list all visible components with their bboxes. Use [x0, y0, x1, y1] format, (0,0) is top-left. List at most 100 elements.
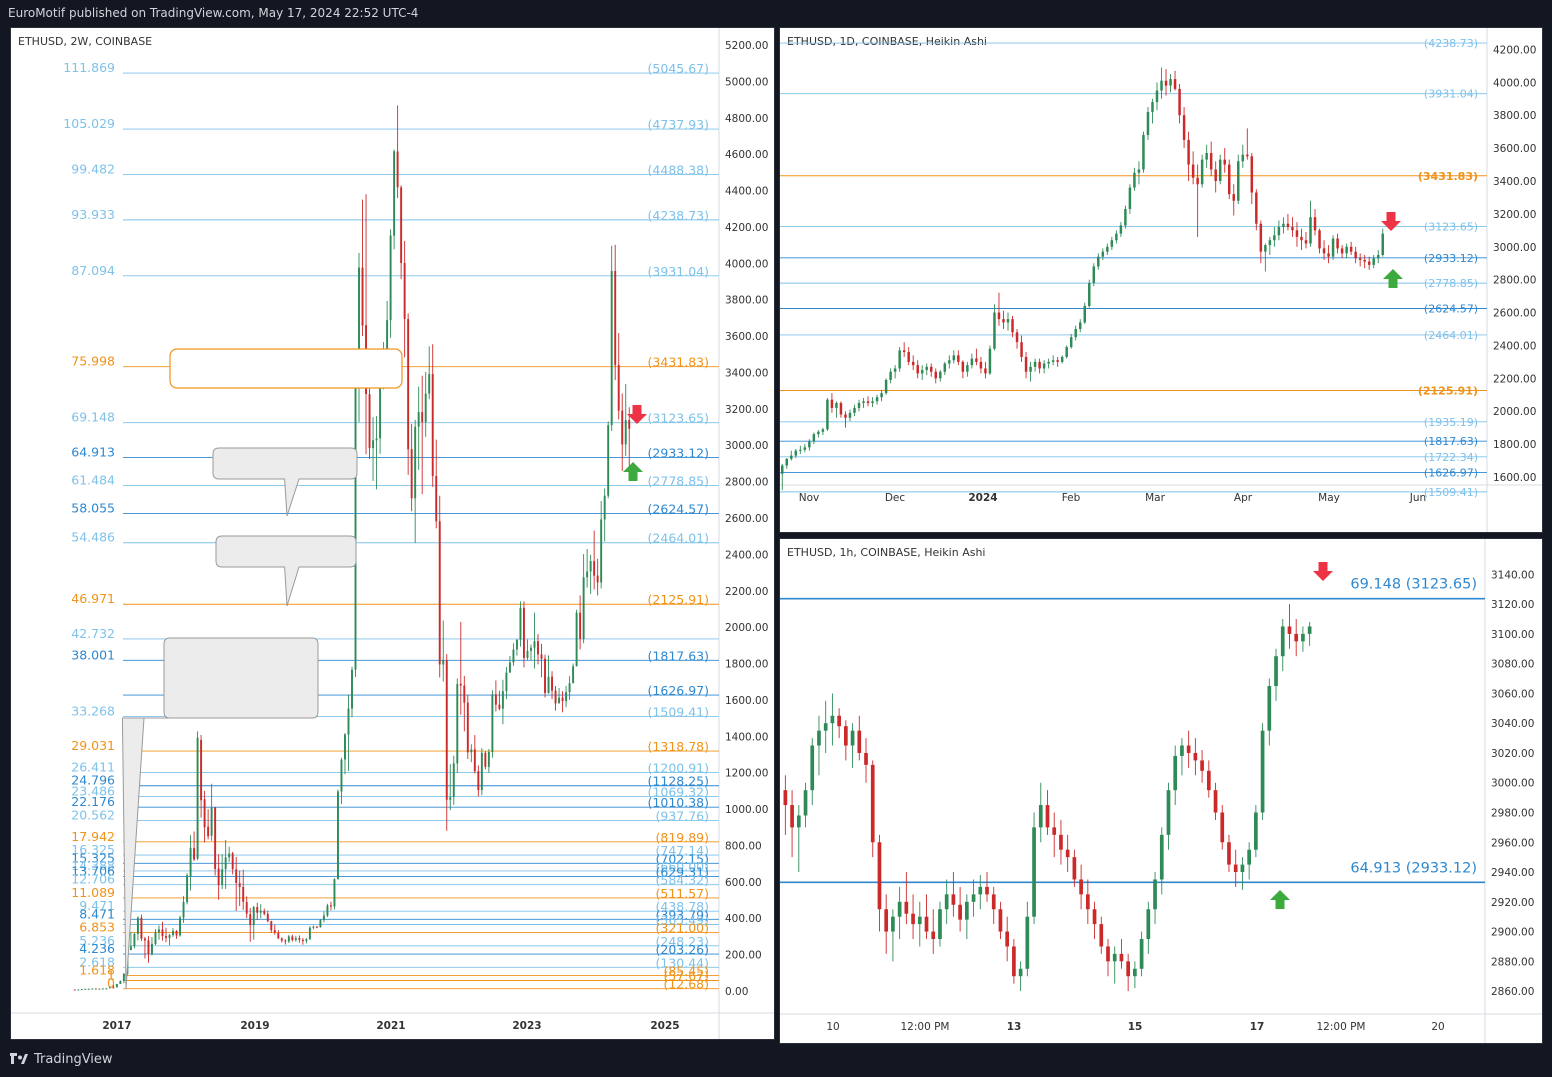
- price-label: (1318.78): [648, 739, 709, 754]
- candle-body: [866, 401, 870, 403]
- y-tick-label: 3400.00: [1493, 176, 1536, 188]
- candle-body: [596, 575, 599, 583]
- candle-body: [1367, 261, 1371, 265]
- candle-body: [115, 983, 118, 988]
- chart-2w[interactable]: ETHUSD, 2W, COINBASE 5200.00 5000.00 4800.0…: [11, 28, 774, 1039]
- y-tick-label: 600.00: [725, 877, 762, 889]
- candle-body: [930, 366, 933, 372]
- candle-body: [614, 271, 617, 366]
- candle-body: [1126, 961, 1131, 977]
- x-tick-label: Feb: [1062, 492, 1081, 504]
- candle-body: [431, 374, 434, 476]
- candle-body: [1260, 730, 1265, 813]
- candle-body: [249, 914, 252, 926]
- candle-body: [1267, 685, 1272, 731]
- candle-body: [112, 987, 115, 989]
- x-tick-label: 15: [1128, 1021, 1143, 1033]
- candle-body: [1101, 251, 1105, 257]
- x-tick-label: 2023: [512, 1020, 541, 1032]
- chart-panel-2w[interactable]: ETHUSD, 2W, COINBASE 5200.00 5000.00 4800.0…: [10, 27, 775, 1040]
- y-tick-label: 2000.00: [1493, 406, 1536, 418]
- price-label: (3123.65): [648, 411, 709, 426]
- y-tick-label: 2600.00: [725, 513, 768, 525]
- price-label: (1935.19): [1424, 416, 1478, 429]
- candle-body: [1282, 223, 1285, 228]
- candle-body: [1187, 139, 1190, 165]
- candle-body: [924, 916, 929, 932]
- fib-label: 33.268: [71, 703, 115, 718]
- candle-body: [1173, 79, 1177, 89]
- y-tick-label: 3800.00: [725, 295, 768, 307]
- candle-body: [452, 763, 455, 798]
- callout-genesis-sequence: [169, 348, 403, 389]
- candle-body: [273, 930, 276, 933]
- price-label: (5045.67): [648, 61, 709, 76]
- x-tick-label: 17: [1250, 1021, 1265, 1033]
- candle-body: [971, 894, 976, 902]
- candle-body: [997, 312, 1001, 320]
- y-tick-label: 3400.00: [725, 367, 768, 379]
- candle-body: [1106, 246, 1109, 252]
- candle-body: [934, 371, 938, 379]
- fib-label: 0: [107, 976, 115, 991]
- candle-body: [1173, 755, 1178, 791]
- y-tick-label: 4600.00: [725, 149, 768, 161]
- candle-body: [1218, 159, 1222, 181]
- candle-body: [487, 751, 490, 767]
- candle-body: [1358, 258, 1362, 260]
- y-tick-label: 5000.00: [725, 76, 768, 88]
- candle-body: [1182, 115, 1186, 140]
- candle-body: [477, 771, 480, 791]
- x-tick-label: Apr: [1234, 492, 1253, 504]
- y-tick-label: 1400.00: [725, 731, 768, 743]
- candle-body: [193, 848, 196, 860]
- candle-body: [1119, 225, 1123, 234]
- chart-panel-1h[interactable]: ETHUSD, 1h, COINBASE, Heikin Ashi 3140.00…: [779, 538, 1543, 1044]
- y-tick-label: 2920.00: [1491, 897, 1534, 909]
- candle-body: [1146, 111, 1150, 135]
- candle-body: [1065, 849, 1070, 858]
- y-tick-label: 3200.00: [725, 404, 768, 416]
- candle-body: [238, 883, 241, 888]
- candle-body: [340, 759, 343, 792]
- candle-body: [287, 936, 290, 942]
- chart-1h[interactable]: ETHUSD, 1h, COINBASE, Heikin Ashi 3140.00…: [780, 539, 1542, 1043]
- y-tick-label: 2880.00: [1491, 956, 1534, 968]
- candle-body: [410, 449, 413, 499]
- y-tick-label: 1600.00: [1493, 472, 1536, 484]
- candle-body: [880, 393, 883, 398]
- candle-body: [421, 412, 424, 422]
- candle-body: [1295, 230, 1299, 237]
- candle-body: [1124, 208, 1127, 226]
- x-tick-label: Mar: [1145, 492, 1165, 504]
- y-tick-label: 2800.00: [1493, 275, 1536, 287]
- candle-body: [862, 401, 865, 403]
- candle-body: [393, 151, 396, 236]
- x-tick-label: May: [1318, 492, 1340, 504]
- candle-body: [473, 749, 476, 772]
- price-label: (2778.85): [1424, 277, 1478, 290]
- candle-body: [1038, 805, 1043, 828]
- candle-body: [1029, 366, 1032, 372]
- candle-body: [572, 666, 575, 684]
- fib-label: 54.486: [71, 530, 115, 545]
- candle-body: [1142, 134, 1145, 170]
- chart-title: ETHUSD, 1D, COINBASE, Heikin Ashi: [787, 35, 987, 48]
- candle-body: [1313, 217, 1317, 231]
- candle-body: [1005, 931, 1010, 947]
- candle-body: [435, 476, 438, 522]
- candle-body: [207, 826, 210, 837]
- candle-body: [1119, 953, 1124, 962]
- candle-body: [224, 857, 227, 870]
- y-tick-label: 4200.00: [1493, 44, 1536, 56]
- callout-shape: [215, 535, 357, 607]
- price-label: (4737.93): [648, 117, 709, 132]
- candle-body: [266, 913, 269, 922]
- candle-body: [459, 683, 462, 686]
- candle-body: [1169, 79, 1172, 86]
- tradingview-brand[interactable]: TradingView: [10, 1052, 113, 1067]
- chart-1d[interactable]: ETHUSD, 1D, COINBASE, Heikin Ashi 4200.00…: [780, 28, 1542, 532]
- candle-body: [568, 683, 571, 693]
- chart-panel-1d[interactable]: ETHUSD, 1D, COINBASE, Heikin Ashi 4200.00…: [779, 27, 1543, 533]
- price-label: (4488.38): [648, 162, 709, 177]
